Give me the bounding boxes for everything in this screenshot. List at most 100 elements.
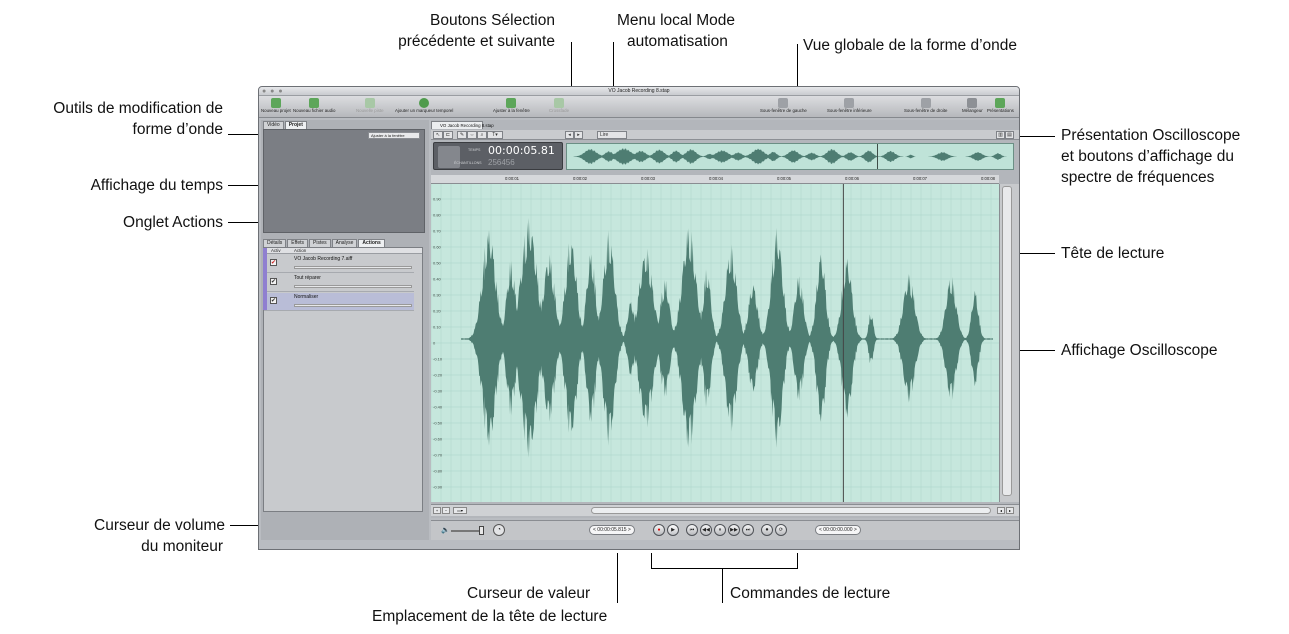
callout-waveform-tools: Outils de modification de forme d’onde [53,100,223,138]
left-panel: Vidéo Projet Ajuster à la fenêtre Détail… [261,120,429,540]
waveform-canvas: 0.900.800.700.600.500.400.300.200.100-0.… [431,184,999,502]
toolbar-bottom-pane-button[interactable]: Sous-fenêtre inférieure [827,98,872,114]
amplitude-label: 0.30 [433,293,442,298]
tab-actions[interactable]: Actions [358,239,385,247]
toolbar-layouts-button[interactable]: Présentations [987,98,1014,114]
callout-scope-view: Présentation Oscilloscope et boutons d’a… [1061,127,1241,186]
prev-selection-button[interactable]: ◂ [565,131,574,139]
vertical-scroll-thumb[interactable] [1002,186,1012,496]
toolbar-left-pane-button[interactable]: Sous-fenêtre de gauche [760,98,807,114]
vertical-scrollbar[interactable] [999,184,1019,502]
toolbar-mixer-button[interactable]: Mélangeur [962,98,983,114]
amplitude-label: -0.60 [433,437,443,442]
list-item[interactable]: ✔ Normaliser [264,293,414,311]
tool-menu-icon[interactable]: T▾ [487,131,503,139]
automation-mode-select[interactable]: Lire [597,131,627,139]
toolbar-add-marker-button[interactable]: Ajouter un marqueur temporel [395,98,453,114]
oscilloscope-display[interactable]: 0.90 0.80 0.70 0.60 0.50 0.40 0.30 0.20 0.10 0 -0.… [431,184,999,502]
amplitude-label: 0.90 [433,197,442,202]
callout-playhead: Tête de lecture [1061,245,1165,262]
time-display: TEMPS 00:00:05.81 ÉCHANTILLONS 256456 [433,142,563,170]
fit-window-select[interactable]: Ajuster à la fenêtre [368,132,420,139]
callout-playhead-location: Emplacement de la tête de lecture [372,608,608,625]
oscilloscope-view-button[interactable]: ▥ [996,131,1005,139]
scrub-tool-icon[interactable]: ⇔ [467,131,477,139]
select-tool-icon[interactable]: ↖ [433,131,443,139]
scroll-left-icon[interactable]: ◂ [997,507,1005,514]
tab-effects[interactable]: Effets [287,239,308,247]
title-bar[interactable]: ● ● ● VO Jacob Recording 8.stap [259,87,1019,96]
list-item[interactable]: ✔ VO Jacob Recording 7.aiff [264,255,414,273]
pause-button[interactable]: ⏸ [714,524,726,536]
bracket-transport-right [797,553,798,569]
monitor-mute-button[interactable]: ◔ [493,524,505,536]
toolbar-fit-window-button[interactable]: Ajuster à la fenêtre [493,98,530,114]
project-pane: Ajuster à la fenêtre [263,129,425,233]
tab-analysis[interactable]: Analyse [331,239,358,247]
tab-tracks[interactable]: Pistes [309,239,331,247]
main-toolbar: Nouveau projet Nouveau fichier audio Nou… [259,96,1019,118]
tab-details[interactable]: Détails [263,239,287,247]
spectrum-view-button[interactable]: ▤ [1005,131,1014,139]
range-tool-icon[interactable]: ⊏ [443,131,453,139]
actions-col-action[interactable]: Action [294,248,306,254]
horizontal-scroll-thumb[interactable] [591,507,991,514]
actions-col-active[interactable]: Activ [271,248,281,254]
tab-video[interactable]: Vidéo [263,121,284,129]
toolbar-new-track-button[interactable]: Nouvelle piste [356,98,384,114]
callout-monitor-volume: Curseur de volume du moniteur [94,517,225,555]
new-project-icon [270,98,281,108]
go-to-start-button[interactable]: ⏮ [686,524,698,536]
toolbar-crossfade-button[interactable]: Crossfade [549,98,569,114]
end-time-field[interactable]: < 00:00:00.000 > [815,525,861,535]
playhead-value-slider[interactable]: < 00:00:05.815 > [589,525,635,535]
waveform-overview[interactable] [566,143,1014,170]
go-to-end-button[interactable]: ⏭ [742,524,754,536]
next-selection-button[interactable]: ▸ [574,131,583,139]
zoom-in-icon[interactable]: + [433,507,441,514]
action-progress [294,304,412,307]
rewind-button[interactable]: ◀◀ [700,524,712,536]
cycle-button[interactable]: ⟳ [775,524,787,536]
monitor-volume-knob[interactable] [479,526,484,535]
left-pane-icon [778,98,789,108]
overview-visible-window[interactable] [877,144,1015,169]
action-checkbox[interactable]: ✔ [270,259,277,266]
window-title: VO Jacob Recording 8.stap [608,88,670,94]
editor-toolbar: ↖ ⊏ ✎ ⇔ ⌕ T▾ ◂ ▸ Lire ▥ ▤ [431,130,1019,140]
action-checkbox[interactable]: ✔ [270,297,277,304]
tab-project[interactable]: Projet [284,121,307,129]
document-tab[interactable]: VO Jacob Recording 8.stap [431,121,494,129]
scroll-right-icon[interactable]: ▸ [1006,507,1014,514]
actions-undo-gutter[interactable] [263,248,267,310]
ruler-tick-label: 0:00:03 [641,176,655,181]
toolbar-new-project-button[interactable]: Nouveau projet [261,98,291,114]
fast-forward-button[interactable]: ▶▶ [728,524,740,536]
ruler-tick-label: 0:00:02 [573,176,587,181]
loop-record-button[interactable]: ⏺ [761,524,773,536]
crossfade-icon [554,98,564,108]
add-marker-icon [419,98,430,108]
actions-list: Activ Action ✔ VO Jacob Recording 7.aiff… [263,247,423,512]
zoom-out-icon[interactable]: − [442,507,450,514]
action-progress [294,266,412,269]
pencil-tool-icon[interactable]: ✎ [457,131,467,139]
time-ruler[interactable]: 0:00:01 0:00:02 0:00:03 0:00:04 0:00:05 0:00:… [431,175,999,184]
amplitude-label: -0.20 [433,373,443,378]
callout-value-slider: Curseur de valeur [467,585,591,602]
amplitude-label: -0.10 [433,357,443,362]
zoom-tool-icon[interactable]: ⌕ [477,131,487,139]
record-button[interactable]: ● [653,524,665,536]
horizontal-scrollbar[interactable]: + − ▭▾ ◂ ▸ [431,504,1019,516]
toolbar-new-audio-file-button[interactable]: Nouveau fichier audio [293,98,335,114]
action-checkbox[interactable]: ✔ [270,278,277,285]
list-item[interactable]: ✔ Tout réparer [264,274,414,292]
snap-menu-icon[interactable]: ▭▾ [453,507,467,514]
play-button[interactable]: ▶ [667,524,679,536]
callout-scope-display: Affichage Oscilloscope [1061,342,1218,359]
leader-value-slider [617,553,618,603]
amplitude-label: 0.10 [433,325,442,330]
bottom-pane-icon [844,98,855,108]
amplitude-label: 0.60 [433,245,442,250]
toolbar-right-pane-button[interactable]: Sous-fenêtre de droite [904,98,947,114]
